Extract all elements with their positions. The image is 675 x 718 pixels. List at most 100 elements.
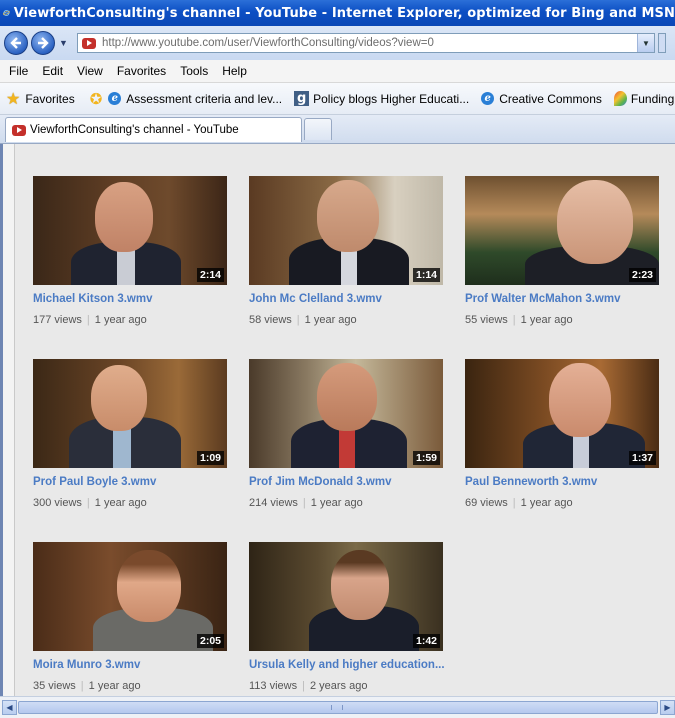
video-meta: 58 views | 1 year ago [249,314,445,326]
video-title-link[interactable]: Prof Jim McDonald 3.wmv [249,476,445,488]
thumbnail-figure [317,180,379,252]
meta-separator: | [512,497,516,509]
video-title-link[interactable]: Prof Walter McMahon 3.wmv [465,293,661,305]
video-item[interactable]: 1:37 Paul Benneworth 3.wmv 69 views | 1 ye… [465,359,661,509]
horizontal-scrollbar[interactable]: ◀ ▶ [0,696,675,718]
forward-arrow-icon [38,37,49,49]
meta-separator: | [302,680,305,692]
address-toolbar: ▼ http://www.youtube.com/user/ViewforthC… [0,26,675,60]
thumbnail-figure [117,550,181,622]
favorite-link-assessment[interactable]: e Assessment criteria and lev... [108,92,282,106]
menu-bar: File Edit View Favorites Tools Help [0,60,675,83]
video-item[interactable]: 1:09 Prof Paul Boyle 3.wmv 300 views | 1 y… [33,359,229,509]
thumbnail-figure [317,363,377,431]
video-thumbnail[interactable]: 1:09 [33,359,227,468]
window-titlebar: ViewforthConsulting's channel - YouTube … [0,0,675,26]
meta-separator: | [302,497,306,509]
internet-explorer-icon [3,9,10,17]
menu-view[interactable]: View [77,64,103,78]
back-button[interactable] [4,31,28,55]
favorites-star-icon: ★ [6,90,21,108]
video-duration: 1:37 [628,451,656,465]
video-age: 1 year ago [520,497,573,509]
video-age: 1 year ago [520,314,573,326]
video-title-link[interactable]: Prof Paul Boyle 3.wmv [33,476,229,488]
video-views: 35 views [33,680,76,692]
video-duration: 2:23 [628,268,656,282]
favorites-button[interactable]: ★ Favorites [6,89,75,109]
video-age: 1 year ago [94,497,147,509]
video-thumbnail[interactable]: 2:05 [33,542,227,651]
video-thumbnail[interactable]: 1:42 [249,542,443,651]
address-dropdown-button[interactable]: ▼ [637,34,654,52]
url-text[interactable]: http://www.youtube.com/user/ViewforthCon… [102,37,637,49]
video-title-link[interactable]: Michael Kitson 3.wmv [33,293,229,305]
forward-button[interactable] [31,31,55,55]
recent-pages-dropdown[interactable]: ▼ [59,38,69,48]
video-duration: 1:09 [196,451,224,465]
new-tab-button[interactable] [304,118,332,140]
leaf-icon [613,91,627,106]
menu-help[interactable]: Help [222,64,247,78]
video-duration: 2:14 [196,268,224,282]
favorite-link-label: Assessment criteria and lev... [126,91,283,106]
tab-bar: ViewforthConsulting's channel - YouTube [0,115,675,144]
video-views: 113 views [249,680,298,692]
menu-file[interactable]: File [9,64,28,78]
address-side-button[interactable] [658,33,666,53]
tab-youtube-channel[interactable]: ViewforthConsulting's channel - YouTube [5,117,302,142]
video-item[interactable]: 2:14 Michael Kitson 3.wmv 177 views | 1 ye… [33,176,229,326]
video-thumbnail[interactable]: 1:59 [249,359,443,468]
video-thumbnail[interactable]: 1:14 [249,176,443,285]
scrollbar-thumb[interactable] [18,701,658,714]
video-age: 2 years ago [309,680,368,692]
video-duration: 2:05 [196,634,224,648]
video-age: 1 year ago [304,314,357,326]
video-item[interactable]: 2:23 Prof Walter McMahon 3.wmv 55 views |… [465,176,661,326]
video-item[interactable]: 2:05 Moira Munro 3.wmv 35 views | 1 year a… [33,542,229,692]
video-title-link[interactable]: Paul Benneworth 3.wmv [465,476,661,488]
favorite-link-label: Creative Commons [499,91,602,106]
left-frame-edge [0,144,3,696]
back-arrow-icon [10,37,21,49]
video-thumbnail[interactable]: 2:23 [465,176,659,285]
video-views: 177 views [33,314,82,326]
favorite-link-label: Policy blogs Higher Educati... [313,91,470,106]
video-age: 1 year ago [94,314,147,326]
video-item[interactable]: 1:59 Prof Jim McDonald 3.wmv 214 views | 1… [249,359,445,509]
tab-label: ViewforthConsulting's channel - YouTube [30,124,239,136]
scroll-right-icon[interactable]: ▶ [660,700,675,715]
menu-edit[interactable]: Edit [42,64,63,78]
video-meta: 35 views | 1 year ago [33,680,229,692]
menu-favorites[interactable]: Favorites [117,64,166,78]
video-meta: 69 views | 1 year ago [465,497,661,509]
video-title-link[interactable]: John Mc Clelland 3.wmv [249,293,445,305]
meta-separator: | [86,314,90,326]
favorite-link-funding[interactable]: Funding and fir [613,91,675,106]
video-title-link[interactable]: Moira Munro 3.wmv [33,659,229,671]
menu-tools[interactable]: Tools [180,64,208,78]
favorite-link-policy-blogs[interactable]: g Policy blogs Higher Educati... [294,91,469,106]
video-meta: 55 views | 1 year ago [465,314,661,326]
video-meta: 177 views | 1 year ago [33,314,229,326]
video-thumbnail[interactable]: 1:37 [465,359,659,468]
video-duration: 1:42 [412,634,440,648]
thumbnail-figure [91,365,147,431]
scroll-left-icon[interactable]: ◀ [2,700,17,715]
video-views: 58 views [249,314,292,326]
address-field[interactable]: http://www.youtube.com/user/ViewforthCon… [77,33,655,53]
video-title-link[interactable]: Ursula Kelly and higher education... [249,659,445,671]
favorites-bar: ★ Favorites ✪ e Assessment criteria and … [0,83,675,115]
thumbnail-figure [339,425,355,468]
add-to-favorites-bar-icon[interactable]: ✪ [90,90,103,108]
video-item[interactable]: 1:42 Ursula Kelly and higher education..… [249,542,445,692]
video-duration: 1:14 [412,268,440,282]
video-thumbnail[interactable]: 2:14 [33,176,227,285]
video-item[interactable]: 1:14 John Mc Clelland 3.wmv 58 views | 1 y… [249,176,445,326]
youtube-favicon-icon [82,37,96,49]
meta-separator: | [296,314,300,326]
video-views: 69 views [465,497,508,509]
thumbnail-figure [331,550,389,620]
thumbnail-figure [557,180,633,264]
favorite-link-creative-commons[interactable]: e Creative Commons [481,92,602,106]
